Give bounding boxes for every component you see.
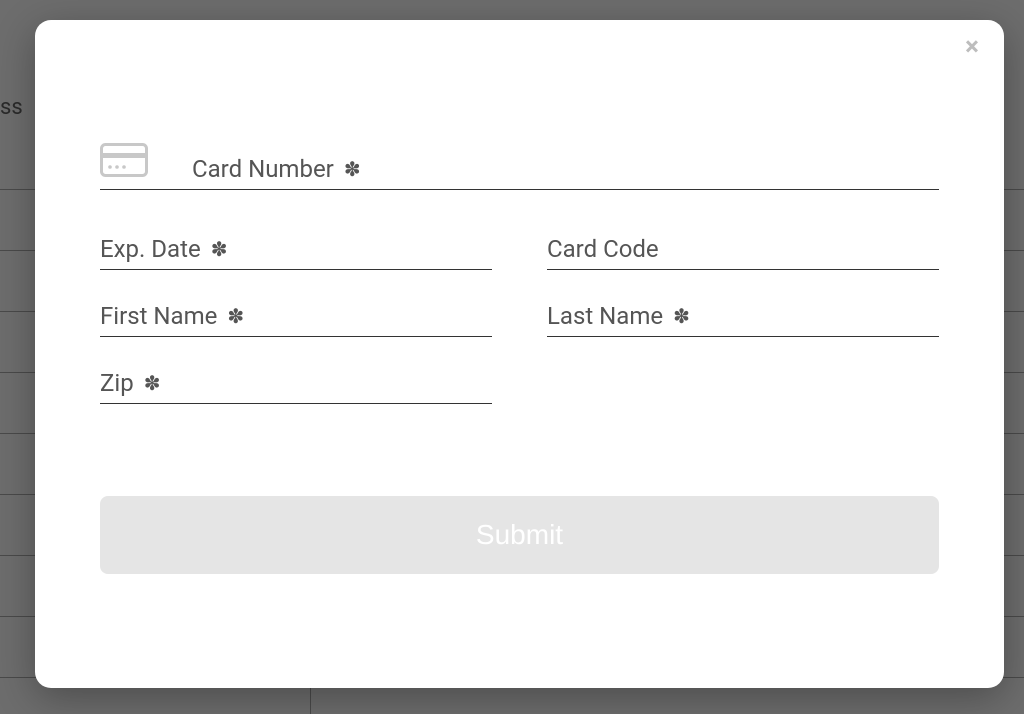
close-button[interactable]: ×	[958, 34, 986, 62]
payment-modal: × Card Number ✽ Exp. Date	[35, 20, 1004, 688]
card-code-field[interactable]: Card Code	[547, 235, 939, 270]
card-number-field[interactable]: Card Number ✽	[100, 143, 939, 190]
required-icon: ✽	[211, 239, 228, 259]
required-icon: ✽	[144, 373, 161, 393]
zip-field[interactable]: Zip ✽	[100, 369, 492, 404]
required-icon: ✽	[673, 306, 690, 326]
zip-label: Zip	[100, 369, 134, 397]
required-icon: ✽	[344, 159, 361, 179]
first-name-label: First Name	[100, 302, 217, 330]
last-name-field[interactable]: Last Name ✽	[547, 302, 939, 337]
exp-date-label: Exp. Date	[100, 235, 201, 263]
card-code-label: Card Code	[547, 235, 659, 263]
payment-form: Card Number ✽ Exp. Date ✽ Card Code Firs…	[55, 38, 984, 574]
last-name-label: Last Name	[547, 302, 663, 330]
credit-card-icon	[100, 143, 148, 183]
card-number-label: Card Number	[192, 155, 334, 183]
submit-button[interactable]: Submit	[100, 496, 939, 574]
first-name-field[interactable]: First Name ✽	[100, 302, 492, 337]
background-partial-text: ss	[0, 95, 23, 120]
exp-date-field[interactable]: Exp. Date ✽	[100, 235, 492, 270]
required-icon: ✽	[227, 306, 244, 326]
